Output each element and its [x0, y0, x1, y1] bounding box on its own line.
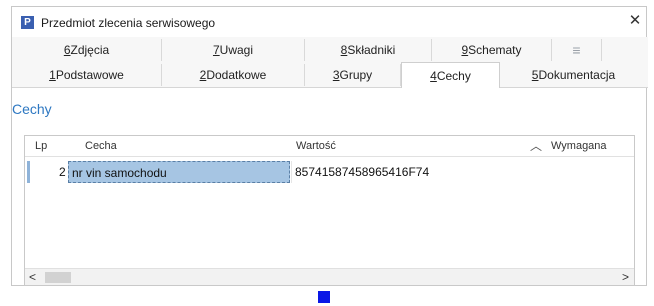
- tab-key: 6: [63, 43, 71, 57]
- scroll-right-icon[interactable]: >: [622, 270, 629, 284]
- column-header-lp[interactable]: Lp: [35, 140, 47, 152]
- app-logo-icon: P: [21, 16, 34, 29]
- tab-uwagi[interactable]: 7Uwagi: [162, 39, 305, 61]
- features-grid[interactable]: Lp Cecha Wartość ︿ Wymagana 2 nr vin sam…: [24, 135, 635, 286]
- tab-row-lower: 1Podstawowe 2Dodatkowe 3Grupy 4Cechy 5Do…: [12, 62, 648, 88]
- scroll-left-icon[interactable]: <: [29, 270, 36, 284]
- tab-label: Dokumentacja: [538, 68, 616, 82]
- horizontal-scrollbar[interactable]: < >: [25, 268, 634, 285]
- tab-key: 3: [332, 68, 340, 82]
- tab-cechy[interactable]: 4Cechy: [401, 62, 500, 88]
- row-indicator: [27, 161, 30, 183]
- column-header-wartosc[interactable]: Wartość: [296, 140, 336, 152]
- tab-podstawowe[interactable]: 1Podstawowe: [12, 64, 162, 86]
- tab-key: 1: [49, 68, 56, 82]
- tab-key: 7: [212, 43, 220, 57]
- title-bar: P Przedmiot zlecenia serwisowego ✕: [12, 7, 646, 37]
- tab-more[interactable]: ≡: [552, 39, 602, 61]
- tab-grupy[interactable]: 3Grupy: [305, 64, 401, 86]
- tab-row-upper: 6Zdjęcia 7Uwagi 8Składniki 9Schematy ≡: [12, 39, 648, 61]
- tab-zdjecia[interactable]: 6Zdjęcia: [12, 39, 162, 61]
- close-button[interactable]: ✕: [626, 12, 644, 30]
- grid-header: Lp Cecha Wartość ︿ Wymagana: [25, 136, 634, 157]
- focus-marker: [318, 291, 330, 303]
- cell-lp[interactable]: 2: [59, 165, 66, 179]
- column-header-wymagana[interactable]: Wymagana: [551, 140, 607, 152]
- tab-label: Dodatkowe: [206, 68, 267, 82]
- tab-label: Cechy: [436, 69, 471, 83]
- tab-key: 4: [430, 69, 437, 83]
- tab-label: Grupy: [339, 68, 373, 82]
- column-header-cecha[interactable]: Cecha: [85, 140, 117, 152]
- sort-ascending-icon[interactable]: ︿: [530, 137, 542, 154]
- section-title: Cechy: [12, 101, 52, 117]
- window-title: Przedmiot zlecenia serwisowego: [41, 16, 216, 30]
- tab-label: Uwagi: [219, 43, 254, 57]
- tab-label: Zdjęcia: [70, 43, 110, 57]
- tab-skladniki[interactable]: 8Składniki: [305, 39, 432, 61]
- tab-label: Podstawowe: [55, 68, 124, 82]
- tab-label: Schematy: [468, 43, 522, 57]
- cell-cecha[interactable]: nr vin samochodu: [68, 161, 290, 183]
- more-tabs-icon: ≡: [572, 42, 581, 58]
- scroll-thumb[interactable]: [45, 272, 71, 283]
- tab-dodatkowe[interactable]: 2Dodatkowe: [162, 64, 305, 86]
- table-row[interactable]: 2 nr vin samochodu 85741587458965416F74: [25, 161, 634, 185]
- tab-dokumentacja[interactable]: 5Dokumentacja: [500, 64, 647, 86]
- tab-label: Składniki: [347, 43, 396, 57]
- cell-wartosc[interactable]: 85741587458965416F74: [295, 165, 429, 179]
- tab-schematy[interactable]: 9Schematy: [432, 39, 552, 61]
- column-divider: [291, 161, 292, 183]
